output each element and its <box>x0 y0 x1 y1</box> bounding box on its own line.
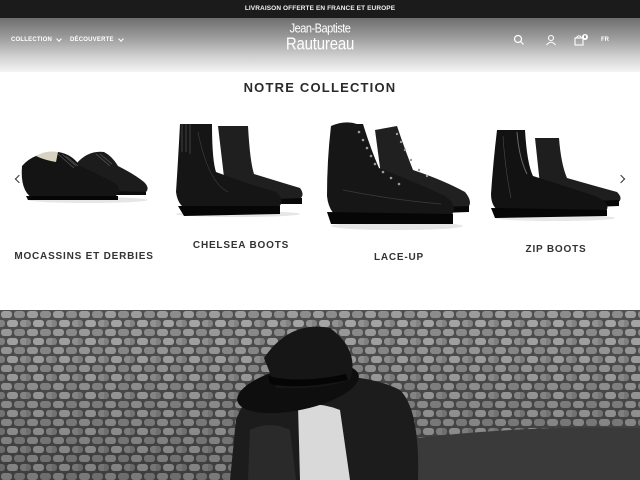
language-selector[interactable]: FR <box>601 37 609 43</box>
hero-photo <box>0 310 640 480</box>
product-label: LACE-UP <box>373 252 425 263</box>
nav-decouverte[interactable]: DÉCOUVERTE <box>70 36 124 43</box>
brand-logo[interactable]: Jean-Baptiste Rautureau <box>284 23 356 55</box>
announcement-bar: LIVRAISON OFFERTE EN FRANCE ET EUROPE <box>0 0 640 18</box>
chevron-down-icon <box>56 36 62 42</box>
product-image-derbies <box>21 151 148 203</box>
user-icon[interactable] <box>545 34 557 46</box>
product-image-chelsea <box>176 124 303 217</box>
collection-title: NOTRE COLLECTION <box>243 80 397 95</box>
cart-count-badge: 0 <box>582 34 588 40</box>
product-image-laceup <box>327 122 470 230</box>
logo-line2: Rautureau <box>285 34 355 55</box>
product-label: ZIP BOOTS <box>525 244 587 255</box>
hero-image <box>0 310 640 480</box>
announcement-text: LIVRAISON OFFERTE EN FRANCE ET EUROPE <box>244 5 396 12</box>
nav-collection-label: COLLECTION <box>11 37 52 43</box>
chevron-down-icon <box>117 36 124 42</box>
nav-collection[interactable]: COLLECTION <box>11 36 62 43</box>
product-label: MOCASSINS ET DERBIES <box>14 251 154 262</box>
product-image-zipboots <box>491 130 621 221</box>
nav-decouverte-label: DÉCOUVERTE <box>70 37 114 43</box>
site-header: COLLECTION DÉCOUVERTE Jean-Baptiste Raut… <box>0 18 640 72</box>
product-label: CHELSEA BOOTS <box>192 240 290 251</box>
search-icon[interactable] <box>513 34 525 46</box>
